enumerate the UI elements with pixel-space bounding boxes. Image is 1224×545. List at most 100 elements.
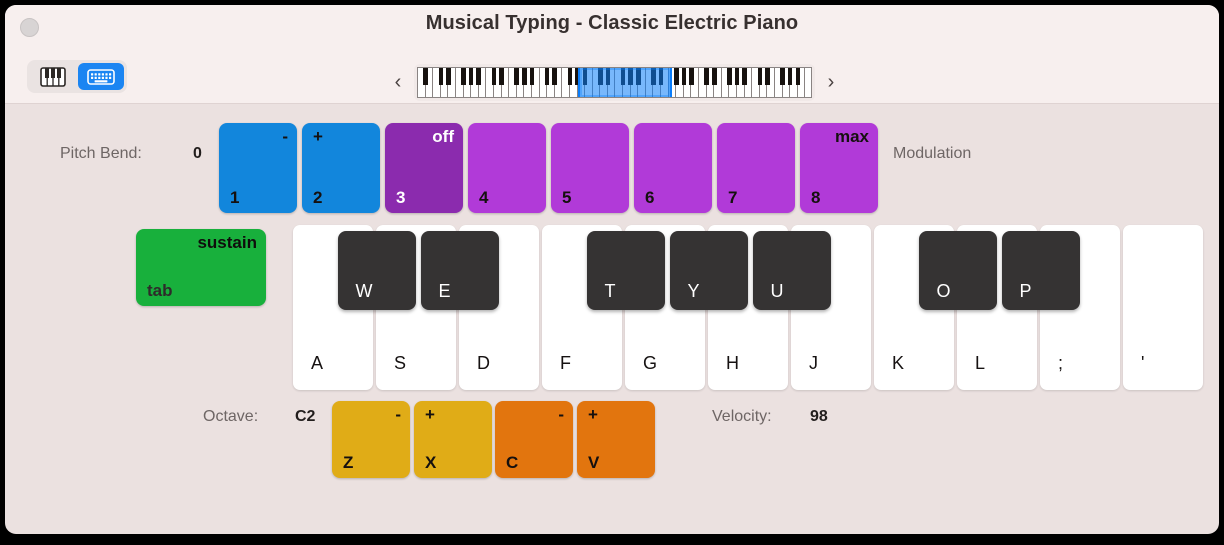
key-X[interactable]: + X	[414, 401, 492, 478]
mini-black-key	[689, 67, 694, 86]
mini-black-key	[491, 67, 497, 86]
sustain-key[interactable]: sustain tab	[136, 229, 266, 306]
key-C-label: C	[506, 453, 519, 472]
key-V-function-label: +	[588, 405, 598, 424]
mini-black-key	[765, 67, 770, 86]
mini-black-key	[742, 67, 747, 86]
input-mode-segmented-control[interactable]	[27, 60, 127, 93]
key-Z[interactable]: -Z	[332, 401, 410, 478]
key-3-function-label: off	[432, 127, 454, 146]
key-7-label: 7	[728, 188, 738, 207]
black-key-W[interactable]: W	[337, 231, 416, 310]
key-4-label: 4	[479, 188, 489, 207]
octave-value: C2	[295, 408, 316, 425]
white-key-label: K	[892, 353, 905, 373]
computer-keyboard-icon	[87, 68, 115, 85]
key-C-function-label: -	[558, 405, 564, 424]
mini-black-key	[704, 67, 709, 86]
mini-black-key	[468, 67, 474, 86]
black-key-label: T	[604, 281, 616, 301]
mini-black-key	[476, 67, 482, 86]
velocity-label: Velocity:	[712, 408, 772, 425]
white-key-label: J	[809, 353, 818, 373]
mini-black-key	[711, 67, 717, 86]
black-key-label: Y	[687, 281, 700, 301]
mini-keyboard-frame[interactable]	[414, 63, 815, 101]
modulation-label: Modulation	[893, 145, 972, 162]
black-key-T[interactable]: T	[586, 231, 665, 310]
key-V[interactable]: + V	[577, 401, 655, 478]
black-key-P[interactable]: P	[1001, 231, 1080, 310]
mini-black-key	[673, 67, 679, 86]
mini-black-key	[529, 67, 535, 86]
mini-black-key	[734, 67, 740, 86]
key-2[interactable]: +2	[302, 123, 380, 213]
key-5-label: 5	[562, 188, 572, 207]
key-6-label: 6	[645, 188, 655, 207]
black-key-Y[interactable]: Y	[669, 231, 748, 310]
white-key-label: H	[726, 353, 739, 373]
key-1[interactable]: -1	[219, 123, 297, 213]
black-key-label: O	[936, 281, 951, 301]
black-key-label: W	[355, 281, 373, 301]
key-2-function-label: +	[313, 127, 323, 146]
key-1-label: 1	[230, 188, 240, 207]
white-key-label: S	[394, 353, 407, 373]
mini-black-key	[552, 67, 557, 86]
mini-black-key	[514, 67, 520, 86]
mini-black-key	[499, 67, 504, 86]
mini-black-key	[681, 67, 687, 86]
page-title: Musical Typing - Classic Electric Piano	[425, 12, 799, 34]
key-4[interactable]: 4	[468, 123, 546, 213]
key-8-label: 8	[811, 188, 821, 207]
pitch-bend-value: 0	[193, 145, 202, 162]
black-key-label: P	[1019, 281, 1032, 301]
key-1-function-label: -	[282, 127, 288, 146]
mini-black-key	[423, 67, 428, 86]
mini-keyboard-selection[interactable]	[577, 67, 673, 97]
sustain-key-function-label: sustain	[197, 233, 257, 252]
key-X-function-label: +	[425, 405, 435, 424]
white-key-label: '	[1141, 353, 1145, 373]
mini-white-key	[805, 67, 811, 97]
sustain-key-label: tab	[147, 281, 173, 300]
musical-typing-content: Pitch Bend: 0 Modulation -1 +2 off 3 4 5 6 7 max…	[5, 105, 1219, 534]
key-3[interactable]: off 3	[385, 123, 463, 213]
mini-keyboard[interactable]	[417, 66, 812, 98]
white-key-label: ;	[1058, 353, 1064, 373]
black-key-E[interactable]: E	[420, 231, 499, 310]
computer-keyboard-icon-button[interactable]	[78, 63, 124, 90]
key-V-label: V	[588, 453, 600, 472]
key-Z-function-label: -	[395, 405, 401, 424]
white-key-label: F	[560, 353, 571, 373]
black-key-label: U	[770, 281, 784, 301]
white-key-label: D	[477, 353, 490, 373]
piano-keys-icon-button[interactable]	[30, 63, 76, 90]
mini-black-key	[757, 67, 763, 86]
next-octave-button[interactable]: ›	[823, 69, 839, 95]
key-6[interactable]: 6	[634, 123, 712, 213]
key-C[interactable]: -C	[495, 401, 573, 478]
mini-black-key	[446, 67, 451, 86]
octave-label: Octave:	[203, 408, 259, 425]
key-8[interactable]: max 8	[800, 123, 878, 213]
mini-black-key	[795, 67, 801, 86]
musical-typing-window: Musical Typing - Classic Electric Piano	[5, 5, 1219, 534]
key-3-label: 3	[396, 188, 406, 207]
keyboard-range-navigator[interactable]: ‹ ›	[390, 62, 845, 102]
key-8-function-label: max	[834, 127, 869, 146]
black-key-U[interactable]: U	[752, 231, 831, 310]
key-7[interactable]: 7	[717, 123, 795, 213]
black-key-O[interactable]: O	[918, 231, 997, 310]
previous-octave-button[interactable]: ‹	[390, 69, 406, 95]
black-key-label: E	[438, 281, 451, 301]
key-2-label: 2	[313, 188, 323, 207]
key-Z-label: Z	[343, 453, 354, 472]
mini-black-key	[544, 67, 550, 86]
white-key-label: A	[311, 353, 324, 373]
key-5[interactable]: 5	[551, 123, 629, 213]
mini-black-key	[567, 67, 573, 86]
pitch-bend-label: Pitch Bend:	[60, 145, 142, 162]
white-key-'[interactable]: '	[1123, 225, 1203, 390]
velocity-value: 98	[810, 408, 828, 425]
